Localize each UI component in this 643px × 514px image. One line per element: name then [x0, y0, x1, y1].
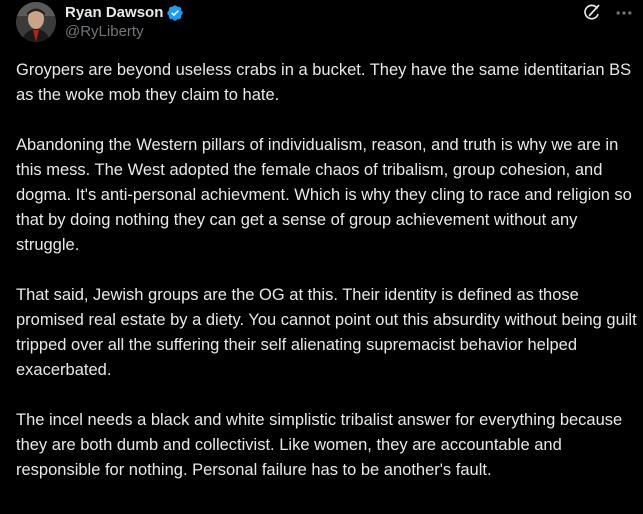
tweet-paragraph: Abandoning the Western pillars of indivi…: [16, 136, 632, 254]
verified-badge-icon: [166, 4, 184, 22]
tweet-body: Groypers are beyond useless crabs in a b…: [16, 58, 638, 508]
tweet-paragraph: The incel needs a black and white simpli…: [16, 411, 623, 479]
author-display-name[interactable]: Ryan Dawson: [65, 3, 163, 23]
top-actions: [581, 2, 635, 24]
author-name-row: Ryan Dawson: [65, 3, 184, 23]
author-handle[interactable]: @RyLiberty: [65, 22, 144, 42]
avatar[interactable]: [16, 2, 56, 42]
tweet-paragraph: Groypers are beyond useless crabs in a b…: [16, 61, 632, 104]
more-options-icon[interactable]: [613, 2, 635, 24]
tweet: Ryan Dawson @RyLiberty Groypers are beyo…: [0, 0, 643, 514]
grok-icon[interactable]: [581, 2, 603, 24]
tweet-paragraph: That said, Jewish groups are the OG at t…: [16, 286, 637, 379]
